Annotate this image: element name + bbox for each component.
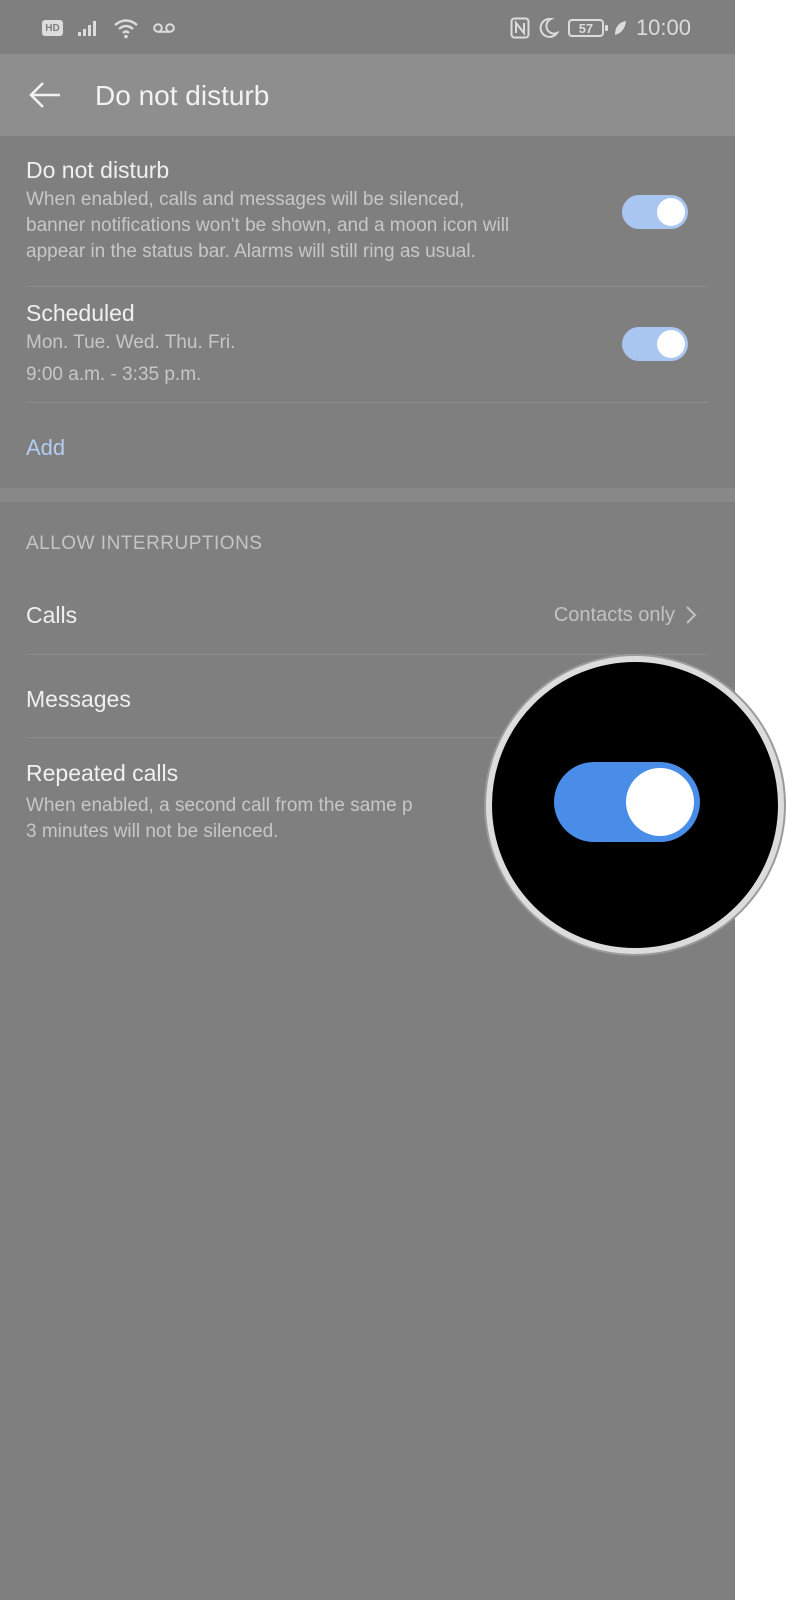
divider [26,402,709,403]
status-right-group: 57 10:00 [510,14,691,42]
back-arrow-icon[interactable] [22,72,68,118]
dnd-description-line3: appear in the status bar. Alarms will st… [26,241,476,262]
battery-icon: 57 [567,19,608,37]
divider [26,654,709,655]
repeated-calls-description-line1: When enabled, a second call from the sam… [26,795,413,816]
dnd-title: Do not disturb [26,157,170,183]
repeated-calls-label: Repeated calls [26,760,179,786]
dnd-description-line2: banner notifications won't be shown, and… [26,215,510,236]
section-separator [0,488,735,502]
magnifier-callout [486,656,784,954]
nfc-icon [510,17,530,39]
status-bar: HD 57 10:00 [0,0,735,54]
chevron-right-icon [686,606,697,624]
toggle-knob [657,198,685,226]
hd-icon: HD [42,20,63,36]
scheduled-title: Scheduled [26,300,135,326]
scheduled-toggle[interactable] [622,327,688,361]
dnd-toggle[interactable] [622,195,688,229]
add-schedule-link[interactable]: Add [26,435,65,461]
status-left-group: HD [42,17,175,39]
signal-icon [78,21,96,36]
calls-value: Contacts only [553,604,675,626]
toolbar: Do not disturb [0,54,735,136]
page-title: Do not disturb [95,80,270,111]
moon-icon [539,17,559,38]
toggle-knob [626,768,694,836]
allow-interruptions-header: ALLOW INTERRUPTIONS [26,533,263,554]
voicemail-icon [153,23,175,33]
divider [26,286,709,287]
calls-label: Calls [26,602,78,628]
clock: 10:00 [635,15,691,40]
repeated-calls-description-line2: 3 minutes will not be silenced. [26,821,279,842]
dnd-description-line1: When enabled, calls and messages will be… [26,189,465,210]
leaf-icon [614,21,626,35]
repeated-calls-toggle[interactable] [554,762,700,842]
scheduled-time-range: 9:00 a.m. - 3:35 p.m. [26,364,202,385]
wifi-icon [114,19,138,39]
toggle-knob [657,330,685,358]
messages-label: Messages [26,686,131,712]
scheduled-days: Mon. Tue. Wed. Thu. Fri. [26,332,236,353]
